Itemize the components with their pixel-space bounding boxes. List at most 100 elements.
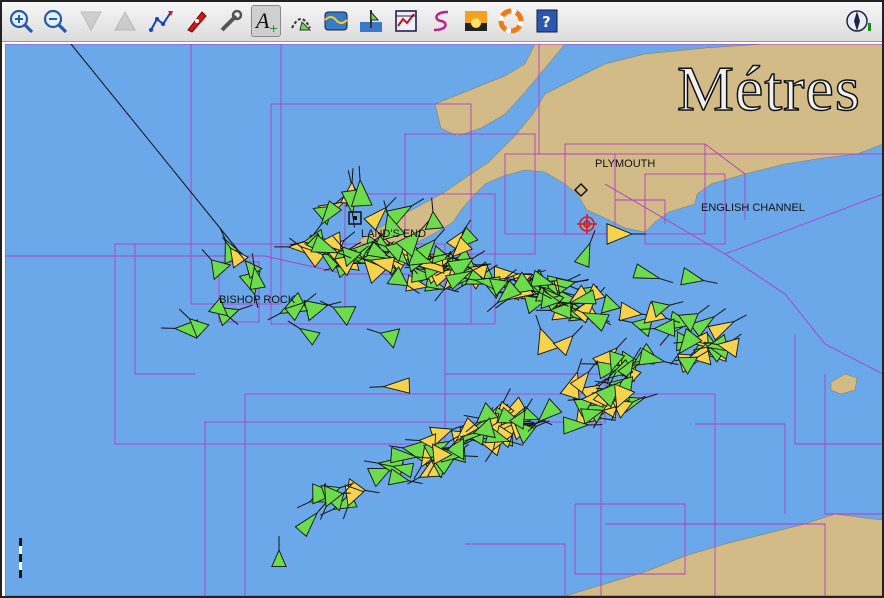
zoom-in-button[interactable]: [6, 5, 36, 37]
chart-window-icon: [395, 10, 417, 32]
help-icon: ?: [536, 9, 558, 33]
ais-heading-line: [703, 280, 718, 284]
ais-heading-line: [588, 360, 598, 372]
ais-heading-line: [616, 337, 627, 349]
ais-heading-line: [369, 386, 384, 388]
toolbar: A + ?: [2, 2, 882, 42]
color-scheme-button[interactable]: [461, 5, 491, 37]
zoom-out-button[interactable]: [40, 5, 70, 37]
ais-target[interactable]: [298, 327, 321, 346]
ais-heading-line: [697, 304, 710, 315]
ais-target[interactable]: [332, 306, 357, 327]
ais-heading-line: [351, 168, 354, 183]
ais-target[interactable]: [381, 377, 411, 394]
ais-heading-line: [405, 439, 420, 441]
ais-heading-line: [317, 501, 327, 513]
scale-in-button[interactable]: [76, 5, 106, 37]
text-icon: A +: [254, 8, 278, 34]
ais-target[interactable]: [653, 318, 676, 338]
svg-text:+: +: [269, 22, 278, 34]
tide-button[interactable]: [321, 5, 351, 37]
current-button[interactable]: [286, 5, 316, 37]
current-icon: [291, 18, 312, 31]
ais-heading-line: [352, 213, 356, 228]
ais-heading-line: [296, 501, 310, 509]
ais-heading-line: [365, 489, 380, 494]
scale-in-icon: [80, 11, 102, 32]
man-overboard-button[interactable]: [496, 5, 526, 37]
follow-boat-button[interactable]: [180, 5, 210, 37]
ais-heading-line: [463, 455, 478, 458]
ais-targets: [160, 165, 747, 568]
ais-target[interactable]: [552, 334, 574, 357]
land-brittany: [564, 513, 882, 596]
svg-text:A: A: [254, 8, 270, 33]
ais-heading-line: [669, 301, 684, 306]
ais-heading-line: [227, 315, 239, 326]
track-icon: [433, 10, 449, 32]
wrench-icon: [220, 9, 243, 32]
ais-target[interactable]: [271, 549, 287, 568]
ais-target[interactable]: [632, 263, 662, 280]
land-channel-island: [830, 373, 858, 395]
ais-heading-line: [589, 230, 596, 244]
tide-icon: [324, 11, 348, 31]
ais-target[interactable]: [379, 328, 401, 349]
ais-heading-line: [343, 231, 356, 241]
scale-out-button[interactable]: [110, 5, 140, 37]
ais-heading-line: [670, 353, 680, 365]
sunset-icon: [465, 11, 487, 31]
ais-heading-line: [320, 508, 334, 516]
place-bishop-rock: BISHOP ROCK: [219, 294, 296, 306]
ais-heading-line: [347, 170, 352, 185]
ais-heading-line: [535, 314, 541, 329]
ais-heading-line: [201, 249, 212, 261]
chart-plotter-window: A + ? Métres PLYMOUTH LAND'S END ENGLISH…: [0, 0, 884, 598]
ais-target[interactable]: [366, 468, 392, 488]
ais-heading-line: [287, 320, 300, 329]
ais-heading-line: [659, 334, 670, 346]
ais-heading-line: [477, 263, 492, 266]
ais-heading-line: [714, 308, 727, 318]
ais-heading-line: [366, 328, 381, 334]
help-label: ?: [542, 13, 551, 31]
route-button[interactable]: [146, 5, 176, 37]
ais-heading-line: [364, 460, 379, 464]
ais-heading-line: [178, 308, 190, 320]
ais-target[interactable]: [537, 327, 560, 356]
ais-target[interactable]: [573, 242, 591, 268]
ais-heading-line: [659, 278, 674, 284]
place-plymouth: PLYMOUTH: [595, 158, 656, 170]
ais-heading-line: [485, 449, 494, 462]
route-icon: [149, 11, 173, 32]
compass-icon: [846, 10, 871, 32]
scale-bar: [19, 538, 22, 578]
zoom-in-icon: [9, 9, 34, 34]
target-crosshair-icon[interactable]: [577, 214, 597, 234]
ais-heading-line: [644, 393, 658, 399]
ais-heading-line: [524, 398, 533, 411]
compass-button[interactable]: [844, 5, 874, 37]
ais-heading-line: [640, 328, 655, 330]
chart-canvas[interactable]: Métres PLYMOUTH LAND'S END ENGLISH CHANN…: [5, 44, 882, 596]
ais-target[interactable]: [680, 266, 705, 286]
ais-heading-line: [388, 445, 403, 449]
ais-target[interactable]: [537, 398, 563, 423]
settings-button[interactable]: [216, 5, 246, 37]
ais-heading-line: [434, 289, 444, 302]
ais-heading-line: [503, 388, 511, 402]
ais-heading-line: [602, 417, 617, 421]
ais-button[interactable]: [356, 5, 386, 37]
ais-heading-line: [358, 165, 361, 180]
zoom-out-icon: [43, 9, 68, 34]
track-button[interactable]: [426, 5, 456, 37]
ais-heading-line: [463, 414, 478, 419]
ais-heading-line: [267, 313, 281, 321]
ais-heading-line: [577, 358, 583, 373]
place-lands-end: LAND'S END: [361, 228, 427, 240]
text-toggle-button[interactable]: A +: [251, 5, 281, 37]
ais-target[interactable]: [618, 301, 644, 322]
chart-window-button[interactable]: [391, 5, 421, 37]
ais-target[interactable]: [294, 511, 319, 538]
help-button[interactable]: ?: [532, 5, 562, 37]
